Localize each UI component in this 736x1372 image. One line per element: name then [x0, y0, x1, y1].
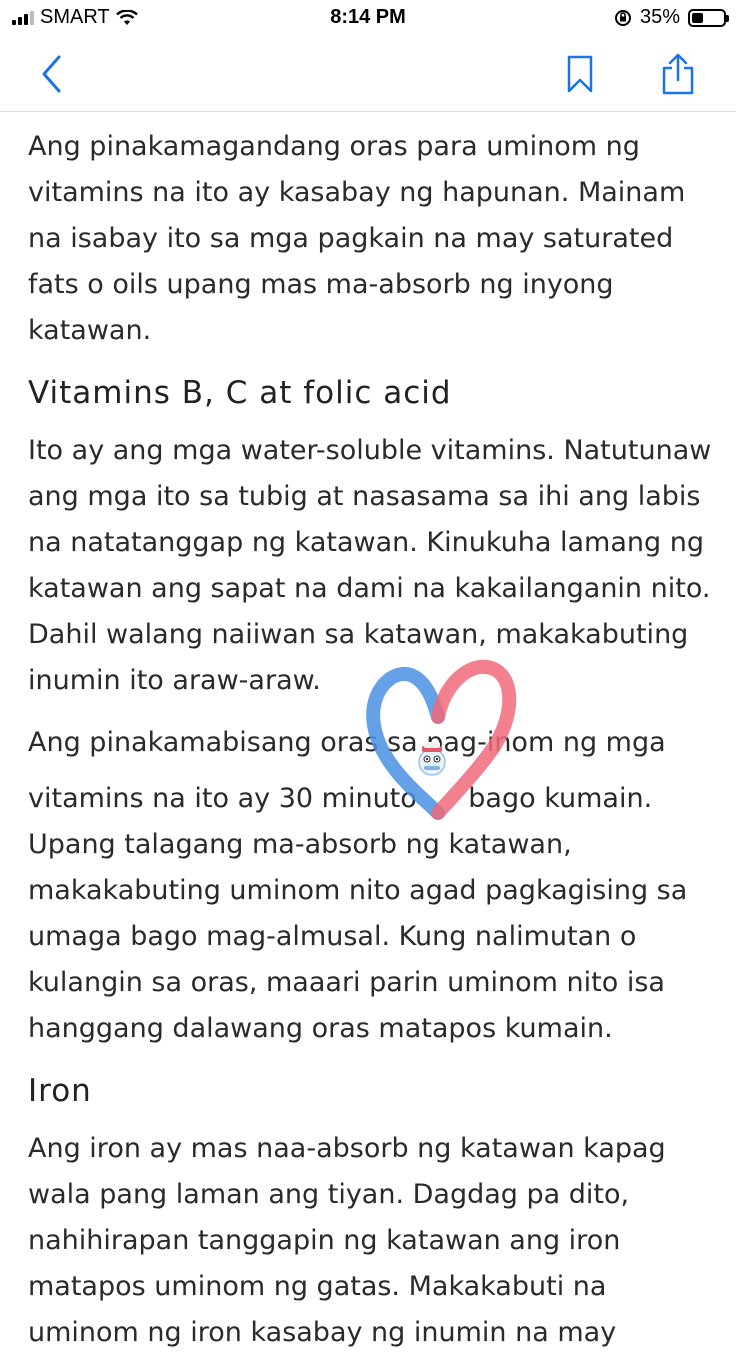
paragraph-best-time-rest: Upang talagang ma-absorb ng katawan, mak…	[28, 829, 688, 1044]
heading-iron: Iron	[28, 1073, 92, 1109]
chevron-left-icon	[42, 55, 61, 93]
battery-percent: 35%	[639, 6, 680, 28]
status-right: 35%	[614, 6, 729, 29]
share-button[interactable]	[656, 52, 700, 96]
nav-bar	[0, 38, 736, 112]
orientation-lock-icon	[614, 9, 631, 26]
battery-icon	[688, 8, 729, 27]
bookmark-icon	[567, 55, 593, 93]
paragraph-best-time-line2: vitamins na ito ay 30 minuto bago kumain…	[28, 783, 653, 814]
status-bar: SMART 8:14 PM 35%	[0, 0, 736, 38]
paragraph-best-time: Ang pinakamabisang oras sa pag-inom ng m…	[28, 720, 718, 1052]
heading-vitamins-b-c: Vitamins B, C at folic acid	[28, 375, 452, 411]
battery-level	[692, 12, 703, 23]
bookmark-button[interactable]	[558, 52, 602, 96]
share-icon	[662, 53, 694, 95]
paragraph-iron: Ang iron ay mas naa-absorb ng katawan ka…	[28, 1133, 666, 1348]
paragraph-fat-soluble: Ang pinakamagandang oras para uminom ng …	[28, 131, 686, 346]
paragraph-best-time-line1: Ang pinakamabisang oras sa pag-inom ng m…	[28, 727, 666, 758]
back-button[interactable]	[30, 52, 74, 96]
article-body: Ang pinakamagandang oras para uminom ng …	[28, 112, 718, 1372]
paragraph-water-soluble: Ito ay ang mga water-soluble vitamins. N…	[28, 435, 712, 696]
snowman-emoji-icon	[418, 742, 446, 776]
